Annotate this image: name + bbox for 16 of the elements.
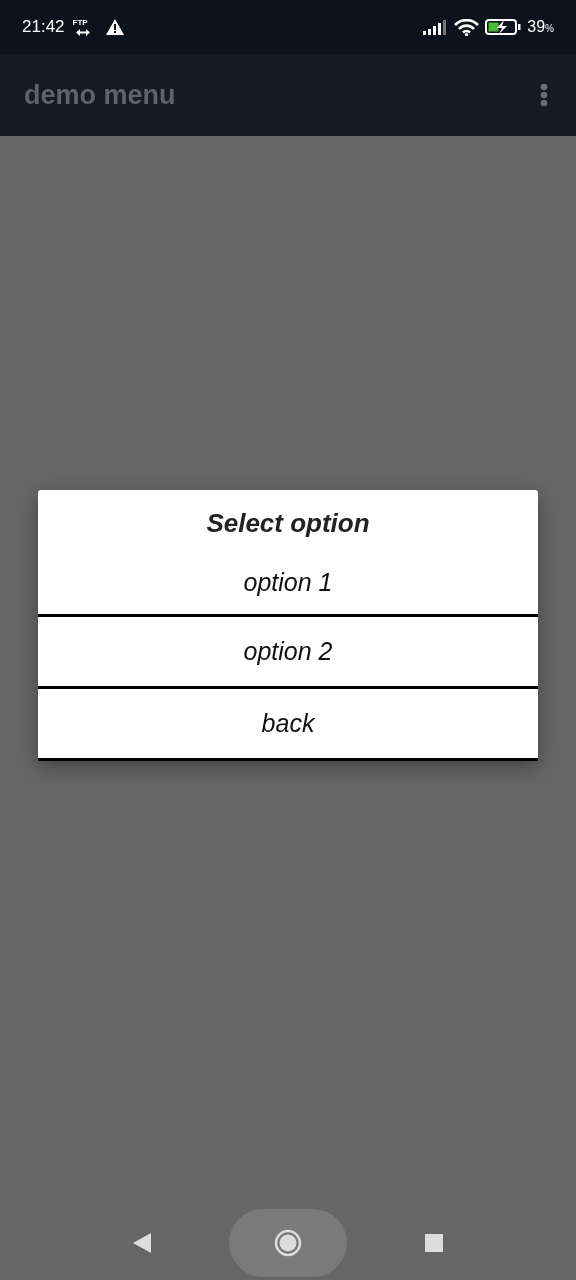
charging-battery-icon — [485, 19, 522, 35]
warning-icon — [105, 19, 124, 35]
app-title: demo menu — [24, 79, 176, 111]
home-icon — [274, 1229, 302, 1257]
ftp-label: FTP — [72, 17, 88, 27]
clock-time: 21:42 — [22, 17, 65, 37]
wifi-icon — [454, 18, 480, 36]
menu-option[interactable]: option 2 — [38, 617, 538, 689]
menu-option[interactable]: back — [38, 689, 538, 761]
menu-option[interactable]: option 1 — [38, 551, 538, 617]
dialog-title: Select option — [205, 507, 371, 540]
signal-icon — [423, 19, 449, 35]
back-icon[interactable] — [133, 1233, 151, 1253]
more-options-icon[interactable] — [540, 83, 548, 107]
battery-percent: 39% — [527, 18, 554, 36]
transfer-arrows-icon — [75, 27, 90, 37]
